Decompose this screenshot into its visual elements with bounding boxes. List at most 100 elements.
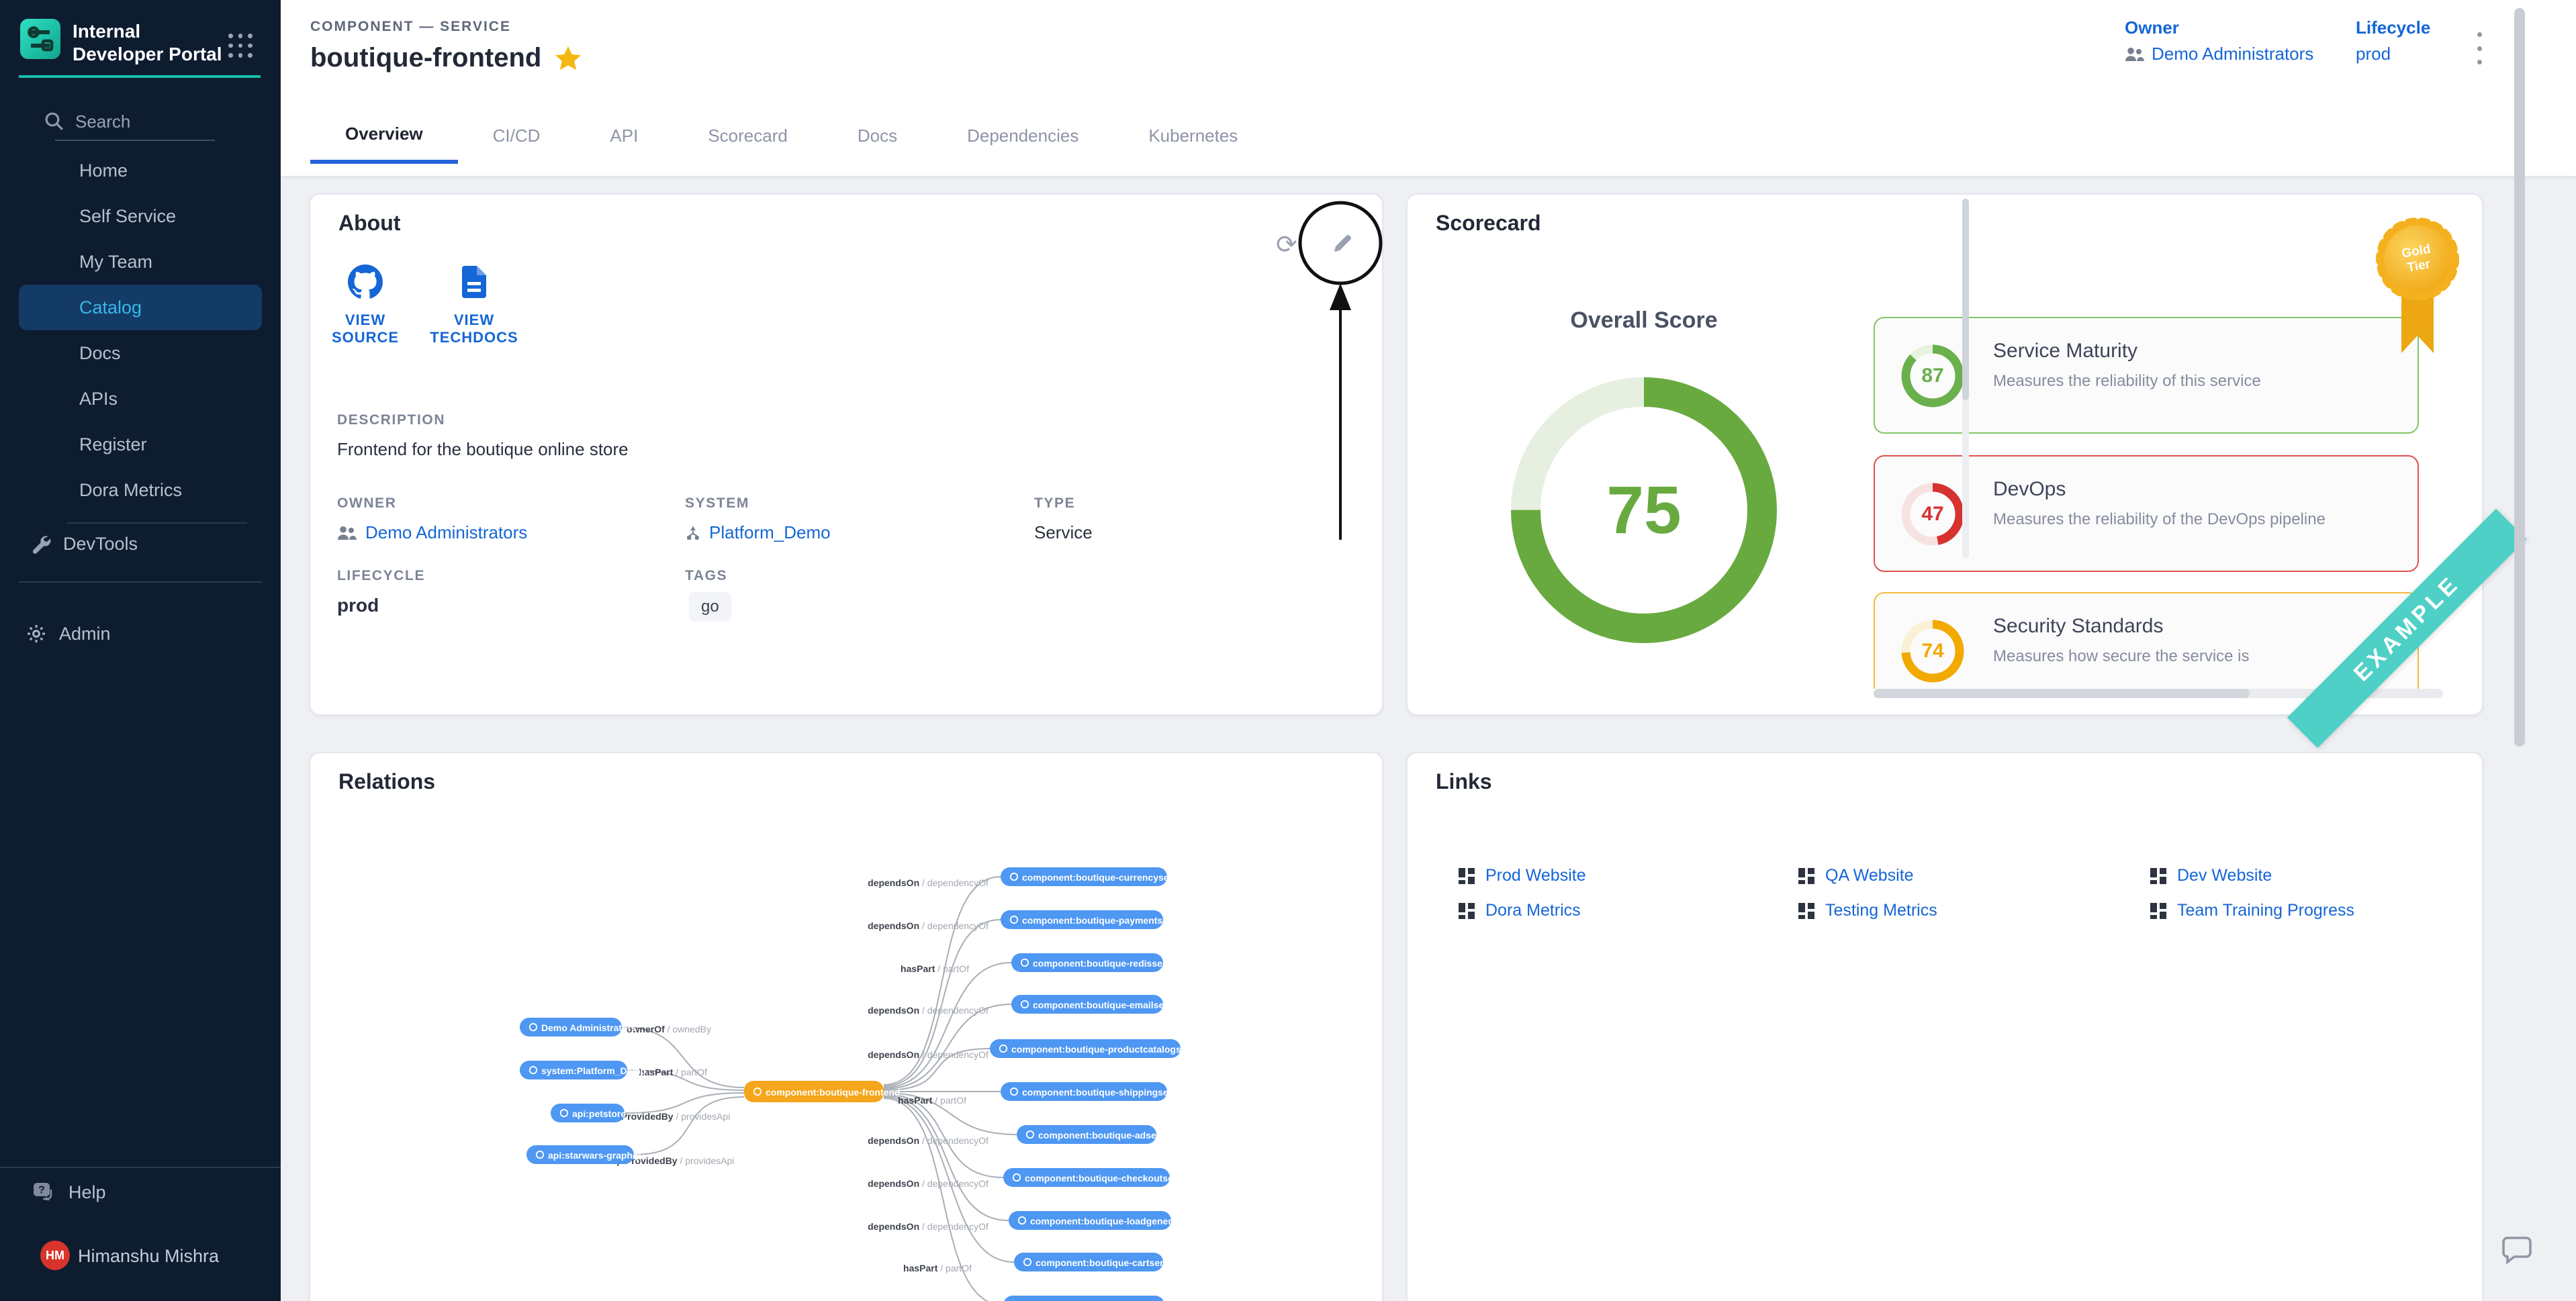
graph-node-component-boutique-shippingservice[interactable]: component:boutique-shippingservice <box>1001 1082 1191 1101</box>
sidebar-nav: Home Self Service My TeamCatalogDocs APIs Re… <box>0 148 281 513</box>
graph-node-label: api:petstore <box>572 1108 626 1119</box>
graph-node-api-petstore[interactable]: api:petstore <box>551 1104 626 1122</box>
graph-node-component-boutique-redisservice[interactable]: component:boutique-redisservice <box>1011 953 1185 972</box>
scorecard-title: Scorecard <box>1436 211 1541 236</box>
system-entity-link[interactable]: Platform_Demo <box>709 522 831 543</box>
graph-node-label: Demo Administrators <box>541 1022 637 1033</box>
sidebar-item-docs[interactable]: Docs <box>19 330 262 376</box>
sidebar-item-self-service[interactable]: Self Service <box>19 193 262 239</box>
link-dora-metrics[interactable]: Dora Metrics <box>1459 901 1581 920</box>
tab-api[interactable]: API <box>575 107 673 164</box>
tab-dependencies[interactable]: Dependencies <box>932 107 1113 164</box>
graph-node-system-platform-demo[interactable]: system:Platform_Demo <box>520 1061 646 1079</box>
score-list-scrollbar-vertical[interactable] <box>1962 199 1969 559</box>
link-qa-website[interactable]: QA Website <box>1798 866 1914 885</box>
sidebar-item-label: DevTools <box>63 534 138 555</box>
link-testing-metrics[interactable]: Testing Metrics <box>1798 901 1937 920</box>
graph-node-component-boutique-paymentservice[interactable]: component:boutique-paymentservice <box>1001 910 1190 929</box>
link-team-training-progress[interactable]: Team Training Progress <box>2150 901 2354 920</box>
relations-graph[interactable]: ownerOf / ownedByhasPart / partOfapiProv… <box>310 753 1382 1301</box>
tab-overview[interactable]: Overview <box>310 107 458 164</box>
sidebar-item-label: APIs <box>79 389 118 409</box>
sidebar: Internal Developer Portal Search Home Sel… <box>0 0 281 1301</box>
techdocs-icon <box>458 264 490 299</box>
page-scrollbar[interactable] <box>2514 8 2525 746</box>
owner-block: Owner Demo Administrators <box>2125 17 2313 64</box>
app-logo-icon[interactable] <box>20 19 60 59</box>
graph-node-label: component:boutique-emailservice <box>1033 1000 1186 1010</box>
owner-label: Owner <box>2125 17 2313 38</box>
breadcrumb: COMPONENT — SERVICE <box>310 19 511 35</box>
sidebar-item-label: Self Service <box>79 206 176 227</box>
link-label: Testing Metrics <box>1825 901 1937 920</box>
sidebar-item-my-team[interactable]: My Team <box>19 239 262 285</box>
relations-card: Relations ownerOf / ownedByhasPart / par… <box>309 752 1383 1301</box>
link-label: Prod Website <box>1485 866 1586 885</box>
tab-scorecard[interactable]: Scorecard <box>673 107 823 164</box>
link-dev-website[interactable]: Dev Website <box>2150 866 2272 885</box>
graph-node-component-boutique-frontend[interactable]: component:boutique-frontend <box>744 1081 901 1102</box>
refresh-icon[interactable]: ⟳ <box>1276 230 1297 260</box>
sidebar-item-apis[interactable]: APIs <box>19 376 262 422</box>
circuit-logo-glyph <box>20 19 60 59</box>
score-name: Service Maturity <box>1993 340 2137 363</box>
sidebar-item-help[interactable]: ? Help <box>32 1173 106 1211</box>
view-source-button[interactable]: VIEW SOURCE <box>326 264 404 346</box>
search-icon <box>44 111 64 132</box>
app-title: Internal Developer Portal <box>73 20 223 66</box>
sidebar-item-register[interactable]: Register <box>19 422 262 467</box>
sidebar-item-home[interactable]: Home <box>19 148 262 193</box>
owner-entity-link[interactable]: Demo Administrators <box>365 522 527 543</box>
link-prod-website[interactable]: Prod Website <box>1459 866 1586 885</box>
favorite-star-icon[interactable] <box>555 45 582 72</box>
sidebar-item-label: Help <box>68 1182 106 1203</box>
view-techdocs-button[interactable]: VIEW TECHDOCS <box>426 264 522 346</box>
graph-node-component-boutique-checkoutservice[interactable]: component:boutique-checkoutservice <box>1003 1168 1195 1187</box>
sidebar-search[interactable]: Search <box>0 105 281 140</box>
graph-edge-label: ownerOf / ownedBy <box>627 1024 711 1034</box>
graph-node-label: component:boutique-adservice <box>1038 1130 1179 1141</box>
entity-tabs: OverviewCI/CDAPIScorecardDocsDependencie… <box>310 107 1273 164</box>
more-options-kebab-icon[interactable] <box>2469 30 2490 67</box>
view-techdocs-label: VIEW TECHDOCS <box>426 311 522 346</box>
sidebar-user[interactable]: HM Himanshu Mishra <box>0 1238 281 1275</box>
graph-node-api-starwars-graphql[interactable]: api:starwars-graphql <box>526 1145 641 1164</box>
sidebar-item-dora-metrics[interactable]: Dora Metrics <box>19 467 262 513</box>
score-items-list: 87Service MaturityMeasures the reliabili… <box>1874 313 2451 689</box>
graph-node-component-boutique-loadgenerator[interactable]: component:boutique-loadgenerator <box>1009 1211 1190 1230</box>
graph-node-component-boutique-adservice[interactable]: component:boutique-adservice <box>1017 1125 1179 1144</box>
score-name: Security Standards <box>1993 615 2163 638</box>
graph-node-label: component:boutique-paymentservice <box>1022 915 1190 926</box>
sidebar-item-catalog[interactable]: Catalog <box>19 285 262 330</box>
sidebar-item-label: Dora Metrics <box>79 480 182 501</box>
graph-edge <box>625 1093 744 1113</box>
graph-node-clipped-node[interactable] <box>1003 1296 1164 1301</box>
gold-tier-badge: GoldTier <box>2372 213 2463 369</box>
graph-edge-label: dependsOn / dependencyOf <box>868 1049 988 1060</box>
svg-text:?: ? <box>38 1185 45 1196</box>
graph-node-component-boutique-currencyservice[interactable]: component:boutique-currencyservice <box>1001 867 1191 886</box>
graph-node-component-boutique-productcatalogservice[interactable]: component:boutique-productcatalogservice <box>990 1039 1208 1058</box>
edit-pencil-icon[interactable] <box>1331 232 1354 260</box>
graph-node-component-boutique-cartservice[interactable]: component:boutique-cartservice <box>1014 1253 1182 1271</box>
description-value: Frontend for the boutique online store <box>337 439 629 460</box>
lifecycle-label: Lifecycle <box>2356 17 2430 38</box>
about-card: About ⟳ VIEW SOURCE VIEW TECHDOCS DESCRI… <box>309 193 1383 716</box>
tab-ci-cd[interactable]: CI/CD <box>458 107 576 164</box>
github-icon <box>348 264 383 299</box>
tab-kubernetes[interactable]: Kubernetes <box>1113 107 1273 164</box>
graph-node-component-boutique-emailservice[interactable]: component:boutique-emailservice <box>1011 995 1186 1014</box>
sidebar-item-admin[interactable]: Admin <box>26 615 111 653</box>
apps-grid-icon[interactable] <box>228 34 254 59</box>
owner-value[interactable]: Demo Administrators <box>2125 44 2313 64</box>
score-description: Measures how secure the service is <box>1993 647 2250 666</box>
score-item-service-maturity[interactable]: 87Service MaturityMeasures the reliabili… <box>1874 317 2419 434</box>
score-item-devops[interactable]: 47DevOpsMeasures the reliability of the … <box>1874 455 2419 572</box>
graph-edge-label: hasPart / partOf <box>903 1263 972 1273</box>
search-input[interactable]: Search <box>75 111 130 132</box>
tab-docs[interactable]: Docs <box>823 107 932 164</box>
chat-bubble-icon[interactable] <box>2501 1233 2536 1273</box>
owner-link[interactable]: Demo Administrators <box>2152 44 2313 64</box>
sidebar-item-devtools[interactable]: DevTools <box>30 525 138 563</box>
graph-node-demo-administrators[interactable]: Demo Administrators <box>520 1018 637 1037</box>
